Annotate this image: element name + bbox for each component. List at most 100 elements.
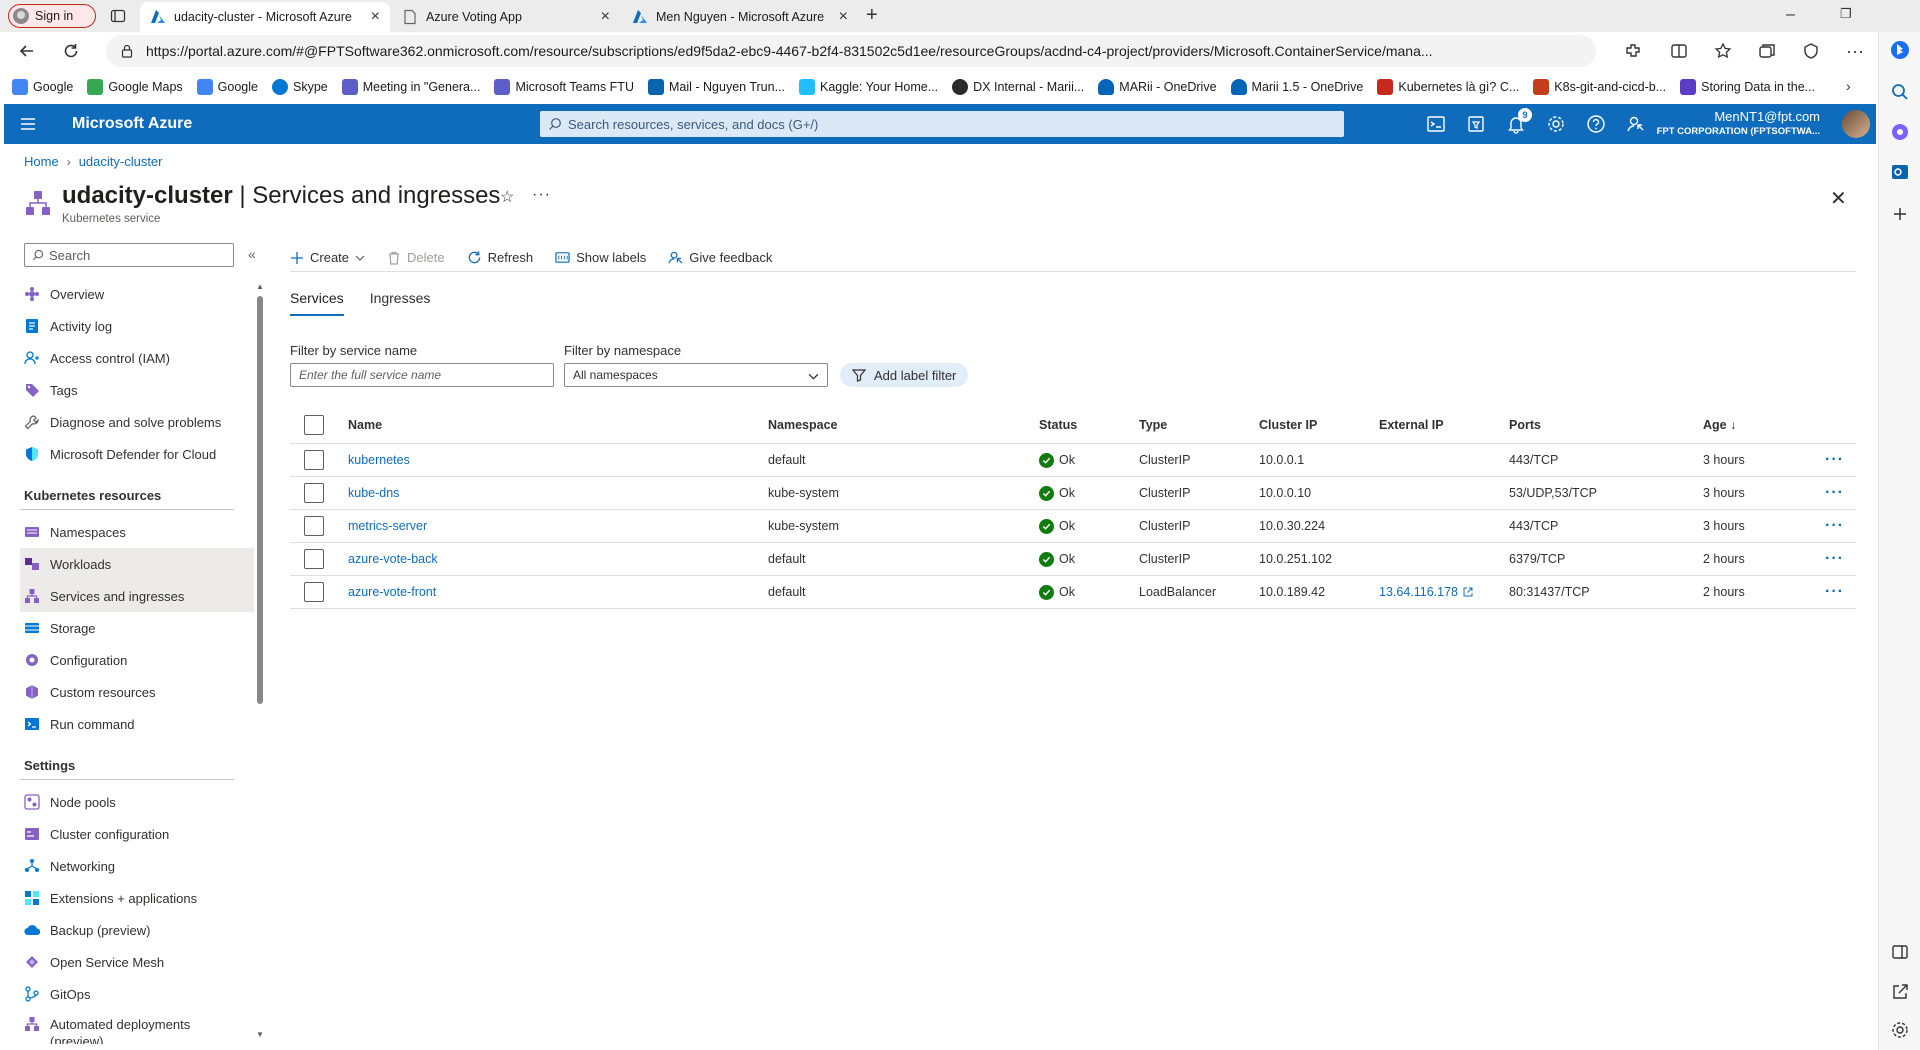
nav-item-extensions[interactable]: Extensions + applications bbox=[20, 882, 254, 914]
service-name-link[interactable]: metrics-server bbox=[348, 510, 427, 542]
more-options-icon[interactable]: ··· bbox=[1844, 40, 1866, 62]
favorite-link[interactable]: K8s-git-and-cicd-b... bbox=[1533, 79, 1666, 95]
give-feedback-button[interactable]: Give feedback bbox=[668, 250, 772, 265]
favorite-link[interactable]: Marii 1.5 - OneDrive bbox=[1230, 79, 1363, 95]
table-row[interactable]: azure-vote-front default Ok LoadBalancer… bbox=[290, 576, 1856, 609]
back-icon[interactable] bbox=[16, 40, 38, 62]
help-icon[interactable] bbox=[1586, 114, 1606, 134]
tab-services[interactable]: Services bbox=[290, 290, 344, 316]
cloud-shell-icon[interactable] bbox=[1426, 114, 1446, 134]
nav-item-automated-deployments[interactable]: Automated deployments (preview) bbox=[20, 1010, 254, 1044]
scroll-up-icon[interactable]: ▲ bbox=[256, 282, 264, 291]
url-field[interactable]: https://portal.azure.com/#@FPTSoftware36… bbox=[106, 35, 1596, 67]
table-row[interactable]: kubernetes default Ok ClusterIP 10.0.0.1… bbox=[290, 444, 1856, 477]
nav-item-diagnose[interactable]: Diagnose and solve problems bbox=[20, 406, 254, 438]
row-checkbox[interactable] bbox=[304, 576, 324, 608]
scroll-down-icon[interactable]: ▼ bbox=[256, 1030, 264, 1039]
favorite-link[interactable]: Google Maps bbox=[87, 79, 183, 95]
select-all-checkbox[interactable] bbox=[304, 406, 324, 443]
service-name-link[interactable]: azure-vote-front bbox=[348, 576, 436, 608]
split-screen-icon[interactable] bbox=[1668, 40, 1690, 62]
table-row[interactable]: kube-dns kube-system Ok ClusterIP 10.0.0… bbox=[290, 477, 1856, 510]
nav-item-activity-log[interactable]: Activity log bbox=[20, 310, 254, 342]
browser-tab-men-nguyen[interactable]: Men Nguyen - Microsoft Azure × bbox=[622, 2, 858, 32]
col-header-namespace[interactable]: Namespace bbox=[768, 406, 838, 443]
table-row[interactable]: azure-vote-back default Ok ClusterIP 10.… bbox=[290, 543, 1856, 576]
nav-item-tags[interactable]: Tags bbox=[20, 374, 254, 406]
favorite-link[interactable]: Storing Data in the... bbox=[1680, 79, 1815, 95]
nav-item-storage[interactable]: Storage bbox=[20, 612, 254, 644]
col-header-cluster-ip[interactable]: Cluster IP bbox=[1259, 406, 1317, 443]
nav-item-node-pools[interactable]: Node pools bbox=[20, 786, 254, 818]
settings-icon[interactable] bbox=[1546, 114, 1566, 134]
row-actions-icon[interactable]: ··· bbox=[1825, 477, 1844, 509]
favorite-link[interactable]: MARii - OneDrive bbox=[1098, 79, 1217, 95]
refresh-button[interactable]: Refresh bbox=[467, 250, 533, 265]
close-tab-icon[interactable]: × bbox=[601, 8, 610, 26]
table-row[interactable]: metrics-server kube-system Ok ClusterIP … bbox=[290, 510, 1856, 543]
breadcrumb-current[interactable]: udacity-cluster bbox=[79, 154, 163, 169]
nav-item-backup[interactable]: Backup (preview) bbox=[20, 914, 254, 946]
col-header-ports[interactable]: Ports bbox=[1509, 406, 1541, 443]
nav-item-configuration[interactable]: Configuration bbox=[20, 644, 254, 676]
search-icon[interactable] bbox=[1890, 82, 1910, 102]
minimize-icon[interactable]: – bbox=[1786, 6, 1795, 24]
close-tab-icon[interactable]: × bbox=[839, 8, 848, 26]
service-name-filter-input[interactable]: Enter the full service name bbox=[290, 363, 554, 387]
tab-actions-icon[interactable] bbox=[110, 8, 126, 24]
settings-icon[interactable] bbox=[1890, 1020, 1910, 1040]
favorite-link[interactable]: Mail - Nguyen Trun... bbox=[647, 79, 785, 95]
external-link-icon[interactable] bbox=[1890, 982, 1910, 1002]
browser-essentials-icon[interactable] bbox=[1800, 40, 1822, 62]
favorite-link[interactable]: Google bbox=[196, 79, 258, 95]
nav-item-overview[interactable]: Overview bbox=[20, 278, 254, 310]
col-header-name[interactable]: Name bbox=[348, 406, 382, 443]
nav-item-run-command[interactable]: Run command bbox=[20, 708, 254, 740]
create-button[interactable]: Create bbox=[290, 250, 365, 265]
nav-item-cluster-configuration[interactable]: Cluster configuration bbox=[20, 818, 254, 850]
row-checkbox[interactable] bbox=[304, 444, 324, 476]
delete-button[interactable]: Delete bbox=[387, 250, 445, 265]
close-icon[interactable]: ✕ bbox=[1830, 186, 1847, 211]
restore-icon[interactable]: ❐ bbox=[1840, 6, 1852, 22]
favorite-star-icon[interactable]: ☆ bbox=[500, 187, 514, 207]
col-header-external-ip[interactable]: External IP bbox=[1379, 406, 1444, 443]
favorite-link[interactable]: Kubernetes là gì? C... bbox=[1377, 79, 1519, 95]
nav-item-networking[interactable]: Networking bbox=[20, 850, 254, 882]
favorite-link[interactable]: Microsoft Teams FTU bbox=[494, 79, 634, 95]
browser-tab-azure-cluster[interactable]: udacity-cluster - Microsoft Azure × bbox=[140, 2, 390, 32]
nav-item-custom-resources[interactable]: Custom resources bbox=[20, 676, 254, 708]
nav-item-gitops[interactable]: GitOps bbox=[20, 978, 254, 1010]
profile-signin-button[interactable]: Sign in bbox=[8, 4, 96, 28]
col-header-status[interactable]: Status bbox=[1039, 406, 1077, 443]
service-name-link[interactable]: kubernetes bbox=[348, 444, 410, 476]
extensions-icon[interactable] bbox=[1622, 40, 1644, 62]
external-ip-link[interactable]: 13.64.116.178 bbox=[1379, 576, 1473, 608]
collections-icon[interactable] bbox=[1756, 40, 1778, 62]
favorites-icon[interactable] bbox=[1712, 40, 1734, 62]
row-actions-icon[interactable]: ··· bbox=[1825, 543, 1844, 575]
collapse-nav-icon[interactable]: « bbox=[248, 246, 256, 262]
col-header-type[interactable]: Type bbox=[1139, 406, 1167, 443]
user-email[interactable]: MenNT1@fpt.com bbox=[1714, 109, 1820, 124]
user-avatar[interactable] bbox=[1842, 110, 1870, 138]
refresh-page-icon[interactable] bbox=[60, 40, 82, 62]
favorite-link[interactable]: DX Internal - Marii... bbox=[952, 79, 1084, 95]
nav-item-defender[interactable]: Microsoft Defender for Cloud bbox=[20, 438, 254, 470]
outlook-icon[interactable] bbox=[1890, 162, 1910, 182]
nav-scrollbar-thumb[interactable] bbox=[257, 296, 263, 704]
nav-item-open-service-mesh[interactable]: Open Service Mesh bbox=[20, 946, 254, 978]
chevron-right-icon[interactable]: › bbox=[1846, 78, 1851, 94]
copilot-icon[interactable] bbox=[1890, 122, 1910, 142]
browser-tab-voting-app[interactable]: Azure Voting App × bbox=[392, 2, 620, 32]
favorite-link[interactable]: Google bbox=[12, 79, 73, 95]
nav-item-services-and-ingresses[interactable]: Services and ingresses bbox=[20, 580, 254, 612]
nav-item-namespaces[interactable]: Namespaces bbox=[20, 516, 254, 548]
tab-ingresses[interactable]: Ingresses bbox=[370, 290, 431, 316]
namespace-filter-select[interactable]: All namespaces bbox=[564, 363, 828, 387]
row-checkbox[interactable] bbox=[304, 543, 324, 575]
nav-search-input[interactable]: Search bbox=[24, 243, 234, 267]
row-actions-icon[interactable]: ··· bbox=[1825, 510, 1844, 542]
row-checkbox[interactable] bbox=[304, 510, 324, 542]
sidebar-layout-icon[interactable] bbox=[1890, 942, 1910, 962]
